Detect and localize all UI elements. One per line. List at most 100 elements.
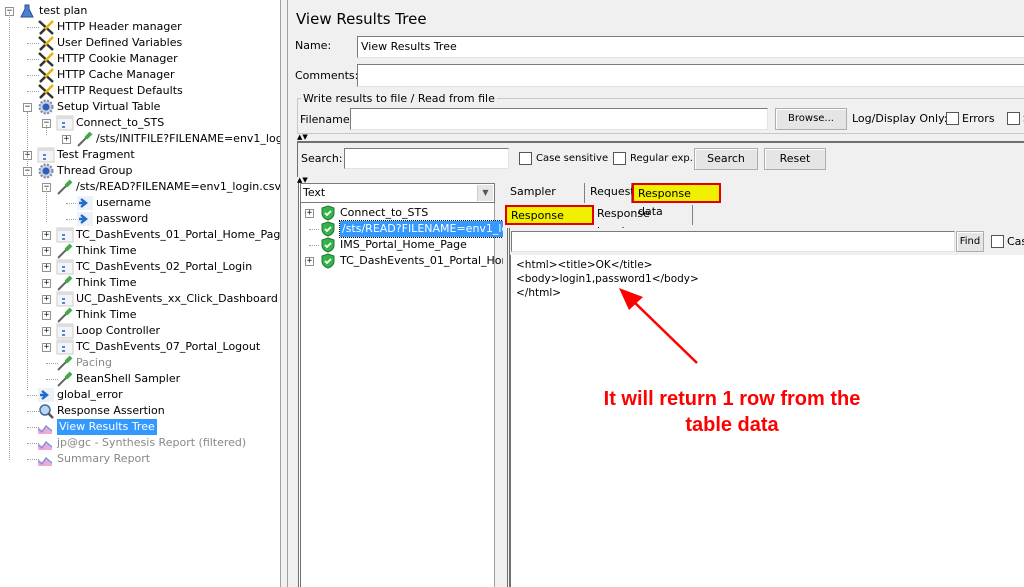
search-button[interactable]: Search: [694, 148, 758, 170]
comments-field[interactable]: [357, 64, 1024, 87]
test-plan-tree[interactable]: − test plan HTTP Header manager User Define…: [0, 0, 281, 587]
tree-node-label: Setup Virtual Table: [57, 100, 161, 113]
panel-splitter[interactable]: [281, 0, 288, 587]
tree-node-label: HTTP Header manager: [57, 20, 182, 33]
tree-node[interactable]: + TC_DashEvents_01_Portal_Home_Page: [0, 227, 280, 243]
successes-checkbox[interactable]: [1007, 112, 1020, 125]
errors-label: Errors: [962, 112, 995, 125]
tree-node[interactable]: + TC_DashEvents_02_Portal_Login: [0, 259, 280, 275]
transaction-controller-icon: [56, 115, 74, 131]
tree-node[interactable]: + UC_DashEvents_xx_Click_Dashboard: [0, 291, 280, 307]
sampler-pipette-icon: [76, 131, 94, 147]
tree-node[interactable]: View Results Tree: [0, 419, 280, 435]
tree-node[interactable]: + TC_DashEvents_07_Portal_Logout: [0, 339, 280, 355]
tree-node-label: View Results Tree: [57, 419, 157, 435]
browse-button[interactable]: Browse...: [775, 108, 847, 130]
success-shield-icon: [320, 221, 338, 237]
expand-icon[interactable]: +: [42, 231, 51, 240]
reset-button[interactable]: Reset: [764, 148, 826, 170]
tree-node-label: /sts/INITFILE?FILENAME=env1_login.: [96, 132, 281, 145]
collapse-icon[interactable]: −: [23, 103, 32, 112]
expand-icon[interactable]: +: [42, 327, 51, 336]
tree-node[interactable]: + Think Time: [0, 275, 280, 291]
tree-node-label: username: [96, 196, 151, 209]
tree-node-label: global_error: [57, 388, 123, 401]
tree-node[interactable]: + /sts/INITFILE?FILENAME=env1_login.: [0, 131, 280, 147]
tree-node[interactable]: + Loop Controller: [0, 323, 280, 339]
config-tools-icon: [37, 35, 55, 51]
results-tree[interactable]: + Connect_to_STS/sts/READ?FILENAME=env1_l…: [302, 205, 519, 585]
find-button[interactable]: Find: [956, 231, 984, 252]
tree-node[interactable]: HTTP Cookie Manager: [0, 51, 280, 67]
sampler-pipette-icon: [56, 275, 74, 291]
success-shield-icon: [320, 237, 338, 253]
tree-node-label: HTTP Request Defaults: [57, 84, 183, 97]
errors-checkbox[interactable]: [946, 112, 959, 125]
tree-node[interactable]: HTTP Cache Manager: [0, 67, 280, 83]
tree-node[interactable]: HTTP Request Defaults: [0, 83, 280, 99]
expand-icon[interactable]: +: [42, 247, 51, 256]
result-item-label: IMS_Portal_Home_Page: [340, 238, 467, 251]
tree-node[interactable]: BeanShell Sampler: [0, 371, 280, 387]
tree-node[interactable]: User Defined Variables: [0, 35, 280, 51]
find-case-checkbox[interactable]: [991, 235, 1004, 248]
search-input[interactable]: [344, 148, 509, 169]
success-shield-icon: [320, 253, 338, 269]
split-arrows-icon[interactable]: ▲▼: [297, 134, 308, 141]
expand-icon[interactable]: +: [42, 295, 51, 304]
assertion-magnifier-icon: [37, 403, 55, 419]
tree-node-label: HTTP Cache Manager: [57, 68, 175, 81]
tree-node[interactable]: Summary Report: [0, 451, 280, 467]
tree-node[interactable]: − Setup Virtual Table: [0, 99, 280, 115]
regex-checkbox[interactable]: [613, 152, 626, 165]
result-item[interactable]: + Connect_to_STS: [302, 205, 495, 221]
sampler-pipette-icon: [56, 371, 74, 387]
tab-sampler-result[interactable]: Sampler result: [506, 183, 585, 216]
tab-response-data[interactable]: Response data: [632, 183, 721, 218]
log-display-only-label: Log/Display Only:: [852, 112, 948, 125]
tree-node[interactable]: −/sts/READ?FILENAME=env1_login.csv&RE: [0, 179, 280, 195]
sampler-pipette-icon: [56, 355, 74, 371]
find-case-label: Cas: [1007, 235, 1024, 248]
tree-node[interactable]: global_error: [0, 387, 280, 403]
renderer-select[interactable]: Text ▼: [300, 183, 495, 203]
tree-node[interactable]: Pacing: [0, 355, 280, 371]
expand-icon[interactable]: +: [62, 135, 71, 144]
result-item[interactable]: IMS_Portal_Home_Page: [302, 237, 495, 253]
result-item[interactable]: + TC_DashEvents_01_Portal_Hom: [302, 253, 512, 269]
name-field[interactable]: View Results Tree: [357, 36, 1024, 58]
tree-node[interactable]: + Test Fragment: [0, 147, 280, 163]
tree-node[interactable]: − Thread Group: [0, 163, 280, 179]
expand-icon[interactable]: +: [305, 209, 314, 218]
expand-icon[interactable]: +: [42, 263, 51, 272]
find-input[interactable]: [511, 231, 955, 252]
tree-node[interactable]: Response Assertion: [0, 403, 280, 419]
tree-node-label: HTTP Cookie Manager: [57, 52, 178, 65]
dropdown-arrow-icon[interactable]: ▼: [477, 185, 493, 201]
tab-request[interactable]: Request: [586, 183, 635, 203]
tree-node[interactable]: password: [0, 211, 280, 227]
thread-group-gear-icon: [37, 163, 55, 179]
tab-response-body[interactable]: Response Body: [505, 205, 594, 240]
expand-icon[interactable]: +: [42, 279, 51, 288]
tree-node-label: UC_DashEvents_xx_Click_Dashboard: [76, 292, 278, 305]
tree-node[interactable]: HTTP Header manager: [0, 19, 280, 35]
tree-node[interactable]: + Think Time: [0, 307, 280, 323]
case-sensitive-checkbox[interactable]: [519, 152, 532, 165]
expand-icon[interactable]: +: [305, 257, 314, 266]
tree-node[interactable]: − test plan: [0, 3, 280, 19]
tree-node-label: Think Time: [76, 308, 137, 321]
thread-group-gear-icon: [37, 99, 55, 115]
tree-node[interactable]: + Think Time: [0, 243, 280, 259]
tree-node[interactable]: − Connect_to_STS: [0, 115, 280, 131]
expand-icon[interactable]: +: [42, 311, 51, 320]
listener-graph-icon: [37, 419, 55, 435]
expand-icon[interactable]: +: [42, 343, 51, 352]
tree-node[interactable]: username: [0, 195, 280, 211]
tab-response-headers[interactable]: Response headers: [593, 205, 693, 238]
result-item[interactable]: /sts/READ?FILENAME=env1_log: [302, 220, 519, 238]
transaction-controller-icon: [56, 323, 74, 339]
filename-field[interactable]: [350, 108, 768, 130]
sampler-pipette-icon: [56, 307, 74, 323]
tree-node[interactable]: jp@gc - Synthesis Report (filtered): [0, 435, 280, 451]
